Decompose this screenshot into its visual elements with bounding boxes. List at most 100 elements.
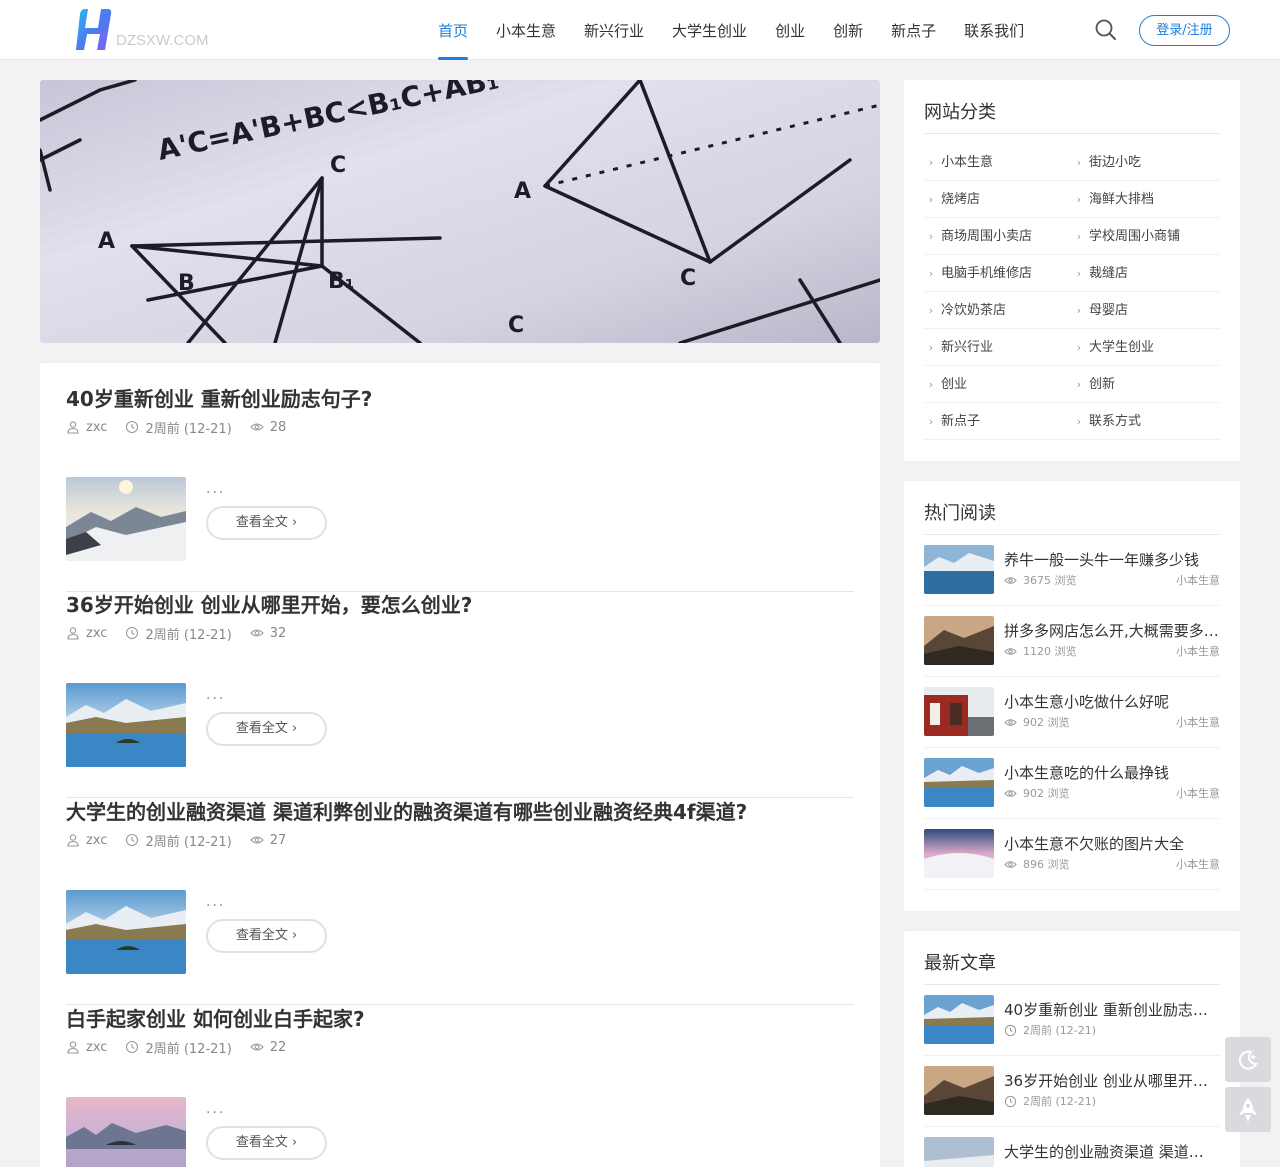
category-item[interactable]: › 海鲜大排档 xyxy=(1072,181,1220,218)
category-item[interactable]: › 小本生意 xyxy=(924,144,1072,181)
chevron-right-icon: › xyxy=(1076,414,1082,428)
hot-title[interactable]: 小本生意吃的什么最挣钱 xyxy=(1004,762,1220,783)
latest-item[interactable]: 大学生的创业融资渠道 渠道利弊创业的融资渠道有哪些创业融资经典4f渠道? xyxy=(924,1127,1220,1167)
clock-icon xyxy=(126,420,139,434)
latest-title[interactable]: 36岁开始创业 创业从哪里开始，要怎么创业? xyxy=(1004,1070,1218,1091)
category-item[interactable]: › 商场周围小卖店 xyxy=(924,218,1072,255)
post-title[interactable]: 40岁重新创业 重新创业励志句子? xyxy=(66,385,854,413)
chevron-right-icon: › xyxy=(1076,303,1082,317)
category-item[interactable]: › 新兴行业 xyxy=(924,329,1072,366)
site-logo[interactable]: DZSXW.COM xyxy=(72,6,222,54)
chevron-right-icon: › xyxy=(928,377,934,391)
latest-date: 2周前 (12-21) xyxy=(1023,1024,1097,1037)
post-title[interactable]: 大学生的创业融资渠道 渠道利弊创业的融资渠道有哪些创业融资经典4f渠道? xyxy=(66,798,854,826)
category-item[interactable]: › 联系方式 xyxy=(1072,403,1220,440)
category-item[interactable]: › 裁缝店 xyxy=(1072,255,1220,292)
hot-thumbnail[interactable] xyxy=(924,616,994,665)
read-more-button[interactable]: 查看全文 › xyxy=(206,506,327,540)
nav-item-emerging-industry[interactable]: 新兴行业 xyxy=(570,0,658,60)
hot-item[interactable]: 小本生意吃的什么最挣钱 902 浏览 小本生意 xyxy=(924,748,1220,819)
latest-title[interactable]: 大学生的创业融资渠道 渠道利弊创业的融资渠道有哪些创业融资经典4f渠道? xyxy=(1004,1141,1218,1162)
hot-title[interactable]: 小本生意小吃做什么好呢 xyxy=(1004,691,1220,712)
hot-category[interactable]: 小本生意 xyxy=(1176,572,1220,588)
hot-thumbnail[interactable] xyxy=(924,687,994,736)
eye-icon xyxy=(1004,576,1017,584)
category-item[interactable]: › 大学生创业 xyxy=(1072,329,1220,366)
hot-views: 1120 浏览 xyxy=(1023,645,1077,658)
chevron-right-icon: › xyxy=(1076,266,1082,280)
login-register-button[interactable]: 登录/注册 xyxy=(1139,15,1230,46)
hot-title[interactable]: 拼多多网店怎么开,大概需要多少钱 xyxy=(1004,620,1220,641)
hot-thumbnail[interactable] xyxy=(924,545,994,594)
hot-title[interactable]: 养牛一般一头牛一年赚多少钱 xyxy=(1004,549,1220,570)
post-title[interactable]: 36岁开始创业 创业从哪里开始，要怎么创业? xyxy=(66,591,854,619)
latest-item[interactable]: 36岁开始创业 创业从哪里开始，要怎么创业? 2周前 (12-21) xyxy=(924,1056,1220,1127)
hot-category[interactable]: 小本生意 xyxy=(1176,643,1220,659)
search-icon[interactable] xyxy=(1094,18,1118,42)
hot-item[interactable]: 拼多多网店怎么开,大概需要多少钱 1120 浏览 小本生意 xyxy=(924,606,1220,677)
category-item[interactable]: › 创业 xyxy=(924,366,1072,403)
category-item[interactable]: › 电脑手机维修店 xyxy=(924,255,1072,292)
widget-title: 最新文章 xyxy=(924,931,1220,985)
back-to-top-button[interactable] xyxy=(1225,1087,1271,1132)
user-icon xyxy=(67,834,79,847)
post-thumbnail[interactable] xyxy=(66,1097,186,1167)
chevron-right-icon: › xyxy=(291,515,298,530)
category-item[interactable]: › 街边小吃 xyxy=(1072,144,1220,181)
nav-item-home[interactable]: 首页 xyxy=(424,0,482,60)
post-item: 40岁重新创业 重新创业励志句子? zxc 2周前 (12-21) 28 ...… xyxy=(66,385,854,592)
post-author[interactable]: zxc xyxy=(86,1040,107,1055)
latest-thumbnail[interactable] xyxy=(924,995,994,1044)
latest-title[interactable]: 40岁重新创业 重新创业励志句子? xyxy=(1004,999,1218,1020)
hot-item[interactable]: 小本生意不欠账的图片大全 896 浏览 小本生意 xyxy=(924,819,1220,890)
post-author[interactable]: zxc xyxy=(86,420,107,435)
hot-title[interactable]: 小本生意不欠账的图片大全 xyxy=(1004,833,1220,854)
nav-item-small-business[interactable]: 小本生意 xyxy=(482,0,570,60)
latest-thumbnail[interactable] xyxy=(924,1066,994,1115)
post-title[interactable]: 白手起家创业 如何创业白手起家? xyxy=(66,1005,854,1033)
latest-thumbnail[interactable] xyxy=(924,1137,994,1167)
post-author[interactable]: zxc xyxy=(86,626,107,641)
category-item[interactable]: › 创新 xyxy=(1072,366,1220,403)
hot-item[interactable]: 养牛一般一头牛一年赚多少钱 3675 浏览 小本生意 xyxy=(924,535,1220,606)
category-item[interactable]: › 学校周围小商铺 xyxy=(1072,218,1220,255)
dark-mode-button[interactable] xyxy=(1225,1037,1271,1082)
post-author[interactable]: zxc xyxy=(86,833,107,848)
nav-item-contact[interactable]: 联系我们 xyxy=(950,0,1038,60)
nav-item-startup[interactable]: 创业 xyxy=(761,0,819,60)
hot-category[interactable]: 小本生意 xyxy=(1176,856,1220,872)
chevron-right-icon: › xyxy=(928,266,934,280)
hot-reading-widget: 热门阅读 养牛一般一头牛一年赚多少钱 3675 浏览 小本生意 拼多多网店怎么开… xyxy=(904,481,1240,911)
svg-text:A: A xyxy=(514,179,531,204)
hot-views: 3675 浏览 xyxy=(1023,574,1077,587)
latest-date: 2周前 (12-21) xyxy=(1023,1095,1097,1108)
hot-category[interactable]: 小本生意 xyxy=(1176,714,1220,730)
read-more-button[interactable]: 查看全文 › xyxy=(206,712,327,746)
post-item: 大学生的创业融资渠道 渠道利弊创业的融资渠道有哪些创业融资经典4f渠道? zxc… xyxy=(66,798,854,1005)
eye-icon xyxy=(249,629,264,637)
hot-category[interactable]: 小本生意 xyxy=(1176,785,1220,801)
post-thumbnail[interactable] xyxy=(66,683,186,767)
nav-item-innovation[interactable]: 创新 xyxy=(819,0,877,60)
hot-item[interactable]: 小本生意小吃做什么好呢 902 浏览 小本生意 xyxy=(924,677,1220,748)
eye-icon xyxy=(1004,647,1017,655)
read-more-button[interactable]: 查看全文 › xyxy=(206,1126,327,1160)
banner-image[interactable]: A'C=A'B+BC<B₁C+AB₁ C A B B₁ A C C xyxy=(40,80,880,343)
eye-icon xyxy=(249,1043,264,1051)
nav-item-new-ideas[interactable]: 新点子 xyxy=(877,0,950,60)
category-item[interactable]: › 母婴店 xyxy=(1072,292,1220,329)
logo-text: DZSXW.COM xyxy=(116,32,209,49)
nav-item-student-startup[interactable]: 大学生创业 xyxy=(658,0,761,60)
category-item[interactable]: › 冷饮奶茶店 xyxy=(924,292,1072,329)
category-item[interactable]: › 烧烤店 xyxy=(924,181,1072,218)
post-thumbnail[interactable] xyxy=(66,477,186,561)
category-item[interactable]: › 新点子 xyxy=(924,403,1072,440)
hot-thumbnail[interactable] xyxy=(924,758,994,807)
latest-item[interactable]: 40岁重新创业 重新创业励志句子? 2周前 (12-21) xyxy=(924,985,1220,1056)
post-thumbnail[interactable] xyxy=(66,890,186,974)
post-excerpt: ... xyxy=(206,687,226,703)
clock-icon xyxy=(1004,1024,1017,1036)
hot-thumbnail[interactable] xyxy=(924,829,994,878)
read-more-button[interactable]: 查看全文 › xyxy=(206,919,327,953)
user-icon xyxy=(67,1041,79,1054)
